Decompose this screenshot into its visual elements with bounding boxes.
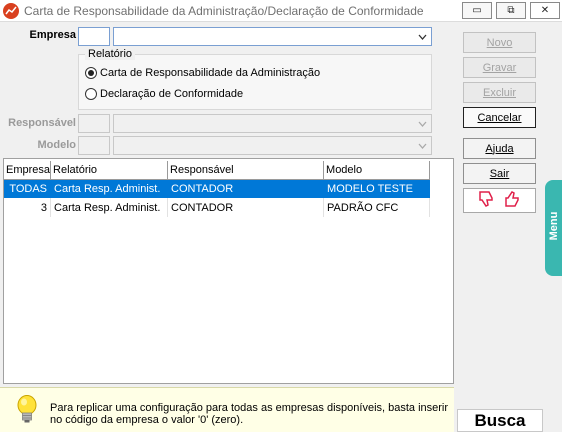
menu-side-tab[interactable]: Menu bbox=[545, 180, 562, 276]
menu-tab-label: Menu bbox=[548, 211, 560, 241]
column-header-responsavel[interactable]: Responsável bbox=[167, 161, 325, 180]
modelo-combo[interactable] bbox=[113, 136, 432, 155]
close-button[interactable]: ✕ bbox=[530, 2, 560, 19]
cell-relatorio: Carta Resp. Administ. bbox=[50, 179, 169, 198]
thumbs-down-icon[interactable] bbox=[478, 190, 496, 211]
responsavel-code-input[interactable] bbox=[78, 114, 110, 133]
excluir-button[interactable]: Excluir bbox=[463, 82, 536, 103]
column-header-modelo[interactable]: Modelo bbox=[323, 161, 431, 180]
gravar-button[interactable]: Gravar bbox=[463, 57, 536, 78]
restore-button[interactable]: ⧉ bbox=[496, 2, 526, 19]
hint-bar: Para replicar uma configuração para toda… bbox=[0, 387, 454, 432]
window-title: Carta de Responsabilidade da Administraç… bbox=[24, 4, 424, 18]
cancelar-button[interactable]: Cancelar bbox=[463, 107, 536, 128]
radio-checked-icon[interactable] bbox=[85, 67, 97, 79]
hint-text: Para replicar uma configuração para toda… bbox=[50, 402, 449, 426]
restore-icon: ⧉ bbox=[507, 5, 515, 16]
relatorio-group-title: Relatório bbox=[85, 48, 136, 60]
radio-carta-responsabilidade[interactable]: Carta de Responsabilidade da Administraç… bbox=[85, 67, 320, 79]
rating-box bbox=[463, 188, 536, 213]
filter-form: Empresa Relatório Carta de Responsabilid… bbox=[0, 22, 457, 156]
empresa-code-input[interactable] bbox=[78, 27, 110, 46]
records-table: Empresa Relatório Responsável Modelo TOD… bbox=[4, 161, 431, 217]
modelo-label: Modelo bbox=[37, 139, 77, 151]
minimize-icon: ▭ bbox=[472, 5, 482, 16]
minimize-button[interactable]: ▭ bbox=[462, 2, 492, 19]
records-grid[interactable]: Empresa Relatório Responsável Modelo TOD… bbox=[3, 158, 454, 384]
radio-declaracao-conformidade[interactable]: Declaração de Conformidade bbox=[85, 88, 243, 100]
table-row[interactable]: TODAS Carta Resp. Administ. CONTADOR MOD… bbox=[4, 179, 431, 198]
novo-button[interactable]: Novo bbox=[463, 32, 536, 53]
column-header-relatorio[interactable]: Relatório bbox=[50, 161, 169, 180]
relatorio-group: Relatório Carta de Responsabilidade da A… bbox=[78, 48, 432, 110]
chevron-down-icon[interactable] bbox=[415, 29, 430, 44]
close-icon: ✕ bbox=[540, 5, 550, 16]
lightbulb-icon bbox=[16, 395, 38, 428]
busca-button[interactable]: Busca bbox=[457, 409, 543, 432]
cell-responsavel: CONTADOR bbox=[167, 198, 325, 217]
responsavel-combo[interactable] bbox=[113, 114, 432, 133]
radio-declaracao-label: Declaração de Conformidade bbox=[100, 88, 244, 100]
empresa-label: Empresa bbox=[29, 29, 76, 41]
radio-carta-label: Carta de Responsabilidade da Administraç… bbox=[100, 67, 321, 79]
empresa-combo[interactable] bbox=[113, 27, 432, 46]
cell-empresa: 3 bbox=[4, 198, 52, 217]
cell-responsavel: CONTADOR bbox=[167, 179, 325, 198]
chevron-down-icon[interactable] bbox=[415, 138, 430, 153]
cell-relatorio: Carta Resp. Administ. bbox=[50, 198, 169, 217]
title-bar: Carta de Responsabilidade da Administraç… bbox=[0, 0, 562, 22]
thumbs-up-icon[interactable] bbox=[504, 190, 522, 211]
ajuda-button[interactable]: Ajuda bbox=[463, 138, 536, 159]
cell-empresa: TODAS bbox=[4, 179, 52, 198]
radio-unchecked-icon[interactable] bbox=[85, 88, 97, 100]
chevron-down-icon[interactable] bbox=[415, 116, 430, 131]
responsavel-label: Responsável bbox=[8, 117, 76, 129]
sair-button[interactable]: Sair bbox=[463, 163, 536, 184]
cell-modelo: MODELO TESTE bbox=[323, 179, 431, 198]
app-logo-icon bbox=[3, 3, 19, 19]
modelo-code-input[interactable] bbox=[78, 136, 110, 155]
cell-modelo: PADRÃO CFC bbox=[323, 198, 431, 217]
table-header-row: Empresa Relatório Responsável Modelo bbox=[4, 161, 431, 180]
table-row[interactable]: 3 Carta Resp. Administ. CONTADOR PADRÃO … bbox=[4, 198, 431, 217]
column-header-empresa[interactable]: Empresa bbox=[4, 161, 52, 180]
